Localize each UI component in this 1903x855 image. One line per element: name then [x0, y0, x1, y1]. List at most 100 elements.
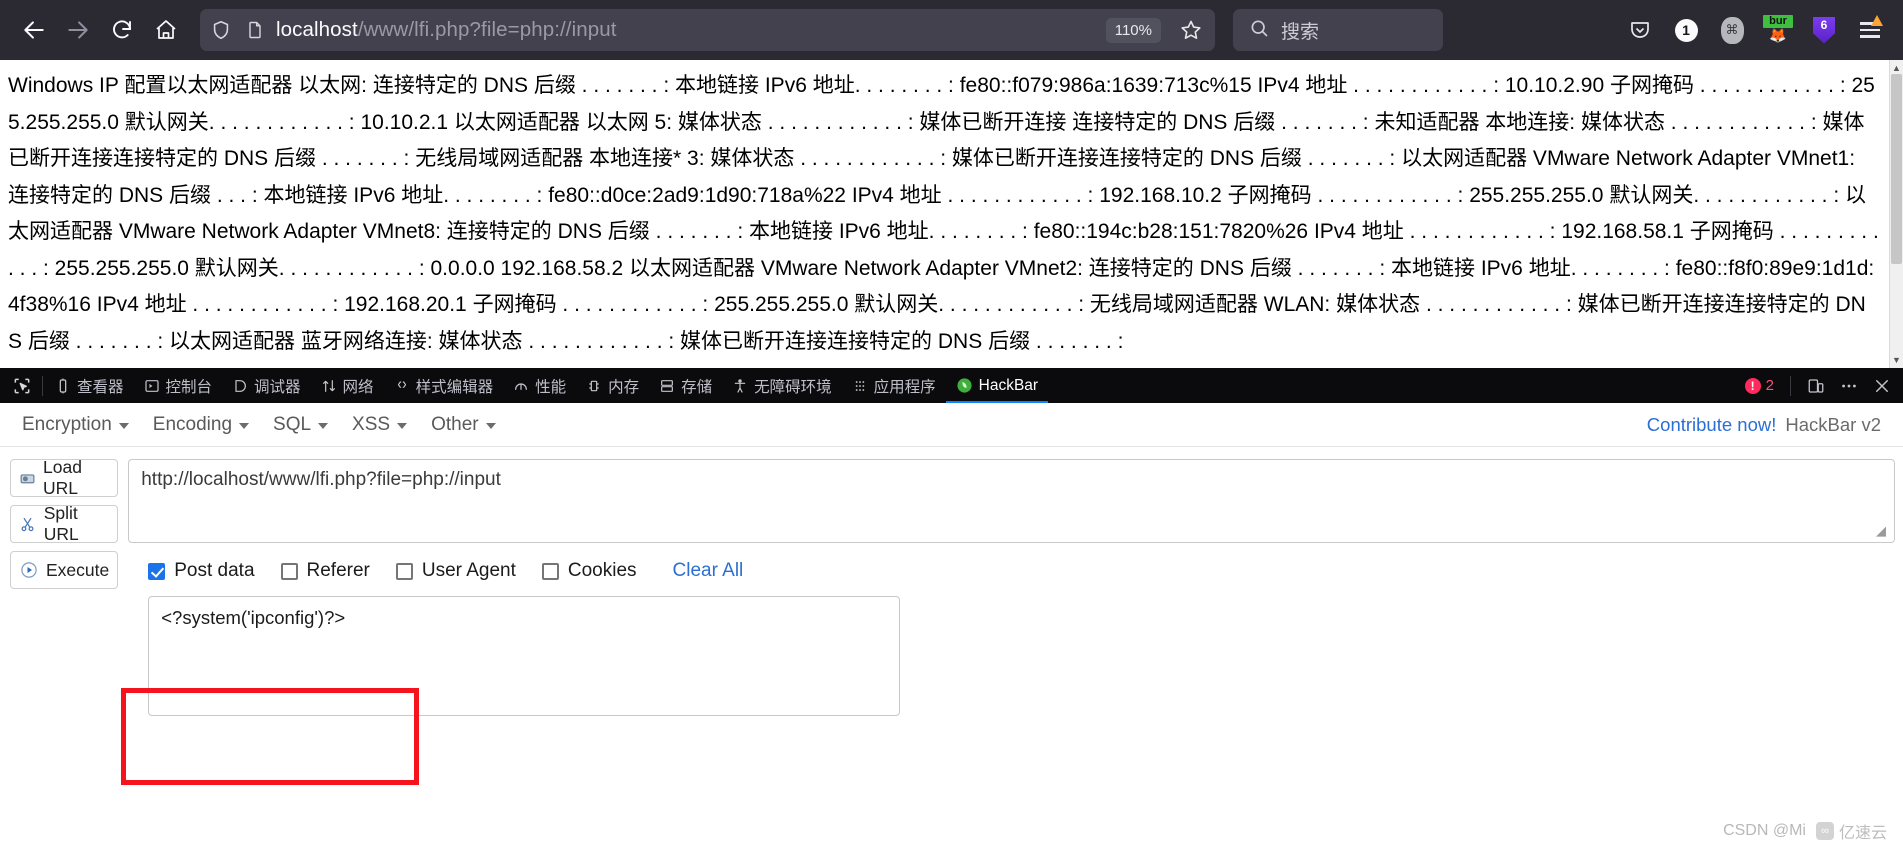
tab-accessibility[interactable]: 无障碍环境 — [722, 368, 842, 403]
tab-hackbar-label: HackBar — [978, 376, 1039, 394]
tab-debugger[interactable]: 调试器 — [222, 368, 311, 403]
style-editor-icon — [394, 378, 410, 394]
chevron-down-icon — [485, 423, 496, 429]
contribute-link[interactable]: Contribute now! — [1647, 414, 1777, 436]
load-url-icon — [19, 468, 36, 488]
search-bar[interactable]: 搜索 — [1233, 9, 1443, 51]
menu-encryption-label: Encryption — [22, 413, 112, 435]
tab-accessibility-label: 无障碍环境 — [754, 378, 832, 396]
tab-application[interactable]: 应用程序 — [842, 368, 946, 403]
devtools-panel: 查看器 控制台 调试器 网络 样式编辑器 性能 内存 存储 无障碍环境 应用程序… — [0, 368, 1903, 716]
load-url-button[interactable]: Load URL — [10, 457, 119, 498]
cookies-checkbox[interactable] — [541, 562, 559, 580]
extension-badge-count: 1 — [1674, 18, 1698, 42]
tab-console-label: 控制台 — [165, 378, 213, 396]
menu-encryption[interactable]: Encryption — [14, 410, 137, 440]
hackbar-icon — [956, 377, 973, 394]
menu-sql[interactable]: SQL — [265, 410, 336, 440]
hackbar-menubar-right: Contribute now! HackBar v2 — [1647, 414, 1889, 436]
tab-style-editor[interactable]: 样式编辑器 — [384, 368, 504, 403]
burp-suite-icon[interactable]: bur 🦊 — [1763, 15, 1793, 45]
devtools-toolbar-right: ! 2 — [1744, 375, 1903, 396]
extension-purple-icon[interactable]: 6 — [1809, 15, 1839, 45]
more-options-icon[interactable] — [1839, 376, 1859, 396]
cookies-label: Cookies — [567, 560, 637, 581]
tab-storage[interactable]: 存储 — [649, 368, 722, 403]
option-user-agent[interactable]: User Agent — [395, 560, 516, 582]
chevron-down-icon — [318, 423, 329, 429]
menu-xss-label: XSS — [352, 413, 391, 435]
watermark-author: CSDN @Mi — [1723, 822, 1806, 839]
reload-button[interactable] — [102, 10, 142, 50]
element-picker-icon[interactable] — [4, 368, 40, 403]
execute-icon — [19, 560, 39, 580]
watermark: CSDN @Mi ∞ 亿速云 — [1723, 819, 1887, 843]
scrollbar-thumb[interactable] — [1891, 74, 1902, 264]
clear-all-link[interactable]: Clear All — [673, 560, 744, 582]
update-indicator-icon — [1871, 15, 1883, 27]
network-icon — [321, 378, 337, 394]
address-bar[interactable]: localhost/www/lfi.php?file=php://input 1… — [200, 9, 1215, 51]
menu-sql-label: SQL — [273, 413, 312, 435]
menu-encoding[interactable]: Encoding — [145, 410, 257, 440]
menu-encoding-label: Encoding — [152, 413, 233, 435]
back-button[interactable] — [14, 10, 54, 50]
ipconfig-output-text: Windows IP 配置以太网适配器 以太网: 连接特定的 DNS 后缀 . … — [8, 74, 1879, 353]
tab-performance-label: 性能 — [535, 378, 567, 396]
hackbar-options-row: Post data Referer User Agent Cookies Cle… — [128, 560, 1895, 582]
scroll-down-arrow[interactable]: ▼ — [1892, 352, 1901, 368]
zoom-level-badge[interactable]: 110% — [1105, 17, 1161, 43]
url-input[interactable] — [128, 459, 1895, 543]
menu-xss[interactable]: XSS — [344, 410, 415, 440]
pocket-icon[interactable] — [1625, 15, 1655, 45]
option-cookies[interactable]: Cookies — [541, 560, 637, 582]
tab-inspector-label: 查看器 — [77, 378, 124, 396]
app-menu-icon[interactable] — [1855, 15, 1885, 45]
extension-badge-icon[interactable]: 1 — [1671, 15, 1701, 45]
responsive-design-mode-icon[interactable] — [1807, 377, 1825, 395]
search-placeholder: 搜索 — [1281, 21, 1320, 43]
url-text[interactable]: localhost/www/lfi.php?file=php://input — [276, 18, 1098, 42]
star-icon[interactable] — [1175, 14, 1207, 46]
execute-button[interactable]: Execute — [10, 551, 119, 589]
split-url-button[interactable]: Split URL — [10, 503, 119, 544]
application-icon — [852, 378, 868, 394]
performance-icon — [513, 378, 529, 394]
resize-grip-icon[interactable]: ◢ — [1876, 523, 1892, 539]
post-data-checkbox[interactable] — [148, 562, 166, 580]
post-data-input[interactable] — [148, 596, 901, 716]
close-icon[interactable] — [1873, 377, 1891, 395]
shield-icon[interactable] — [208, 17, 234, 43]
option-referer[interactable]: Referer — [280, 560, 370, 582]
page-scrollbar[interactable]: ▲ ▼ — [1889, 60, 1903, 368]
page-info-icon[interactable] — [242, 17, 268, 43]
user-agent-checkbox[interactable] — [395, 562, 413, 580]
error-count-badge[interactable]: ! 2 — [1744, 377, 1774, 394]
forward-button[interactable] — [58, 10, 98, 50]
watermark-site-label: 亿速云 — [1838, 825, 1887, 842]
tab-performance[interactable]: 性能 — [503, 368, 576, 403]
referer-label: Referer — [306, 560, 370, 581]
referer-checkbox[interactable] — [280, 562, 298, 580]
hackbar-main: Load URL Split URL Execute http://localh… — [0, 447, 1903, 716]
tab-console[interactable]: 控制台 — [134, 368, 223, 403]
hackbar-version-label: HackBar v2 — [1785, 413, 1881, 435]
tab-hackbar[interactable]: HackBar — [946, 368, 1048, 403]
menu-other-label: Other — [431, 413, 479, 435]
split-url-icon — [19, 514, 37, 534]
chevron-down-icon — [397, 423, 408, 429]
tab-inspector[interactable]: 查看器 — [45, 368, 134, 403]
extension-grey-icon[interactable]: ⌘ — [1717, 15, 1747, 45]
load-url-label: Load URL — [43, 457, 82, 498]
chevron-down-icon — [118, 423, 129, 429]
tab-storage-label: 存储 — [681, 378, 713, 396]
url-path: /www/lfi.php?file=php://input — [357, 18, 617, 41]
tab-network[interactable]: 网络 — [311, 368, 384, 403]
tab-memory[interactable]: 内存 — [576, 368, 649, 403]
home-button[interactable] — [146, 10, 186, 50]
tab-debugger-label: 调试器 — [254, 378, 301, 396]
menu-other[interactable]: Other — [423, 410, 504, 440]
option-post-data[interactable]: Post data — [148, 560, 255, 582]
tabbar-divider — [42, 375, 43, 396]
tab-style-editor-label: 样式编辑器 — [415, 378, 494, 396]
